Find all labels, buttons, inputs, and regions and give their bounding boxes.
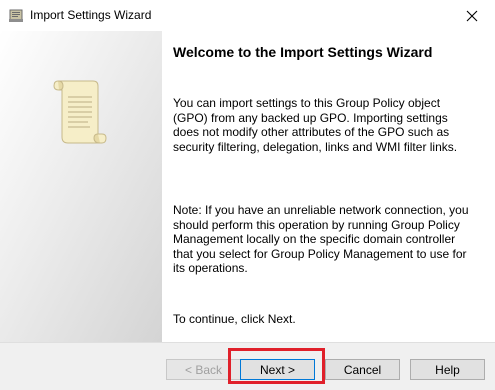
close-button[interactable] xyxy=(449,0,495,31)
page-title: Welcome to the Import Settings Wizard xyxy=(173,44,433,60)
title-bar: Import Settings Wizard xyxy=(0,0,495,31)
continue-paragraph: To continue, click Next. xyxy=(173,312,296,326)
intro-paragraph: You can import settings to this Group Po… xyxy=(173,96,458,154)
wizard-content: Welcome to the Import Settings Wizard Yo… xyxy=(162,31,495,342)
next-button[interactable]: Next > xyxy=(240,359,315,380)
back-button[interactable]: < Back xyxy=(166,359,241,380)
help-button[interactable]: Help xyxy=(410,359,485,380)
close-icon xyxy=(466,10,478,21)
scroll-icon xyxy=(53,80,107,144)
wizard-side-panel xyxy=(0,31,162,342)
button-bar: < Back Next > Cancel Help xyxy=(0,342,495,390)
window-title: Import Settings Wizard xyxy=(30,8,152,22)
wizard-app-icon xyxy=(9,9,23,22)
note-paragraph: Note: If you have an unreliable network … xyxy=(173,203,469,275)
cancel-button[interactable]: Cancel xyxy=(325,359,400,380)
